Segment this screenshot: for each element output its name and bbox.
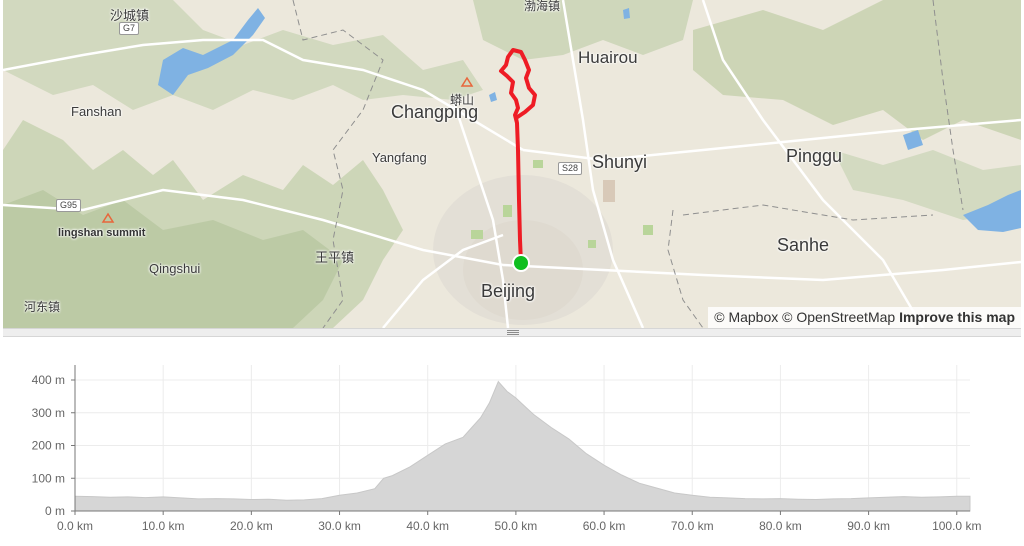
place-label-pinggu: Pinggu [786, 146, 843, 166]
x-tick-label: 100.0 km [932, 519, 981, 533]
route-line[interactable] [499, 48, 537, 265]
x-tick-label: 80.0 km [759, 519, 802, 533]
map-attribution: © Mapbox © OpenStreetMap Improve this ma… [708, 307, 1021, 328]
x-tick-label: 0.0 km [57, 519, 93, 533]
x-tick-label: 50.0 km [495, 519, 538, 533]
highway-shield-g7: G7 [119, 22, 140, 35]
x-tick-label: 20.0 km [230, 519, 273, 533]
x-tick-label: 40.0 km [406, 519, 449, 533]
y-tick-label: 100 m [32, 471, 65, 485]
x-tick-label: 10.0 km [142, 519, 185, 533]
place-label-sanhe: Sanhe [777, 235, 830, 255]
route-layer [499, 48, 537, 272]
place-label-qingshui: Qingshui [149, 261, 201, 276]
x-tick-label: 90.0 km [847, 519, 890, 533]
place-label-wangping: 王平镇 [315, 250, 355, 265]
mapbox-attribution-link[interactable]: © Mapbox [714, 309, 778, 325]
x-tick-label: 30.0 km [318, 519, 361, 533]
place-label-bohai: 渤海镇 [524, 0, 561, 13]
map-chart-resize-handle[interactable] [3, 328, 1021, 337]
route-map[interactable]: 沙城镇 G7 渤海镇 Huairou 蟒山 Changping Fanshan … [3, 0, 1021, 328]
place-label-beijing: Beijing [481, 281, 536, 301]
y-tick-label: 0 m [45, 504, 65, 518]
x-tick-label: 70.0 km [671, 519, 714, 533]
place-label-fanshan: Fanshan [71, 104, 122, 119]
grip-icon [507, 330, 519, 335]
place-label-yangfang: Yangfang [372, 150, 427, 165]
highway-shield-s28: S28 [558, 162, 583, 175]
elevation-chart[interactable]: 0.0 km 10.0 km 20.0 km 30.0 km 40.0 km 50.0 k… [0, 337, 1024, 546]
y-tick-label: 400 m [32, 373, 65, 387]
start-marker[interactable] [512, 254, 530, 272]
y-tick-label: 200 m [32, 439, 65, 453]
osm-attribution-link[interactable]: © OpenStreetMap [782, 309, 895, 325]
place-label-shunyi: Shunyi [592, 152, 648, 172]
y-tick-label: 300 m [32, 406, 65, 420]
highway-shield-g95: G95 [56, 199, 82, 212]
x-tick-label: 60.0 km [583, 519, 626, 533]
place-label-hedong: 河东镇 [24, 300, 61, 314]
improve-map-link[interactable]: Improve this map [899, 309, 1015, 325]
place-label-changping: Changping [391, 102, 479, 122]
place-label-huairou: Huairou [578, 48, 638, 67]
elevation-area [74, 380, 971, 512]
place-label-lingshan-summit: lingshan summit [58, 227, 146, 239]
